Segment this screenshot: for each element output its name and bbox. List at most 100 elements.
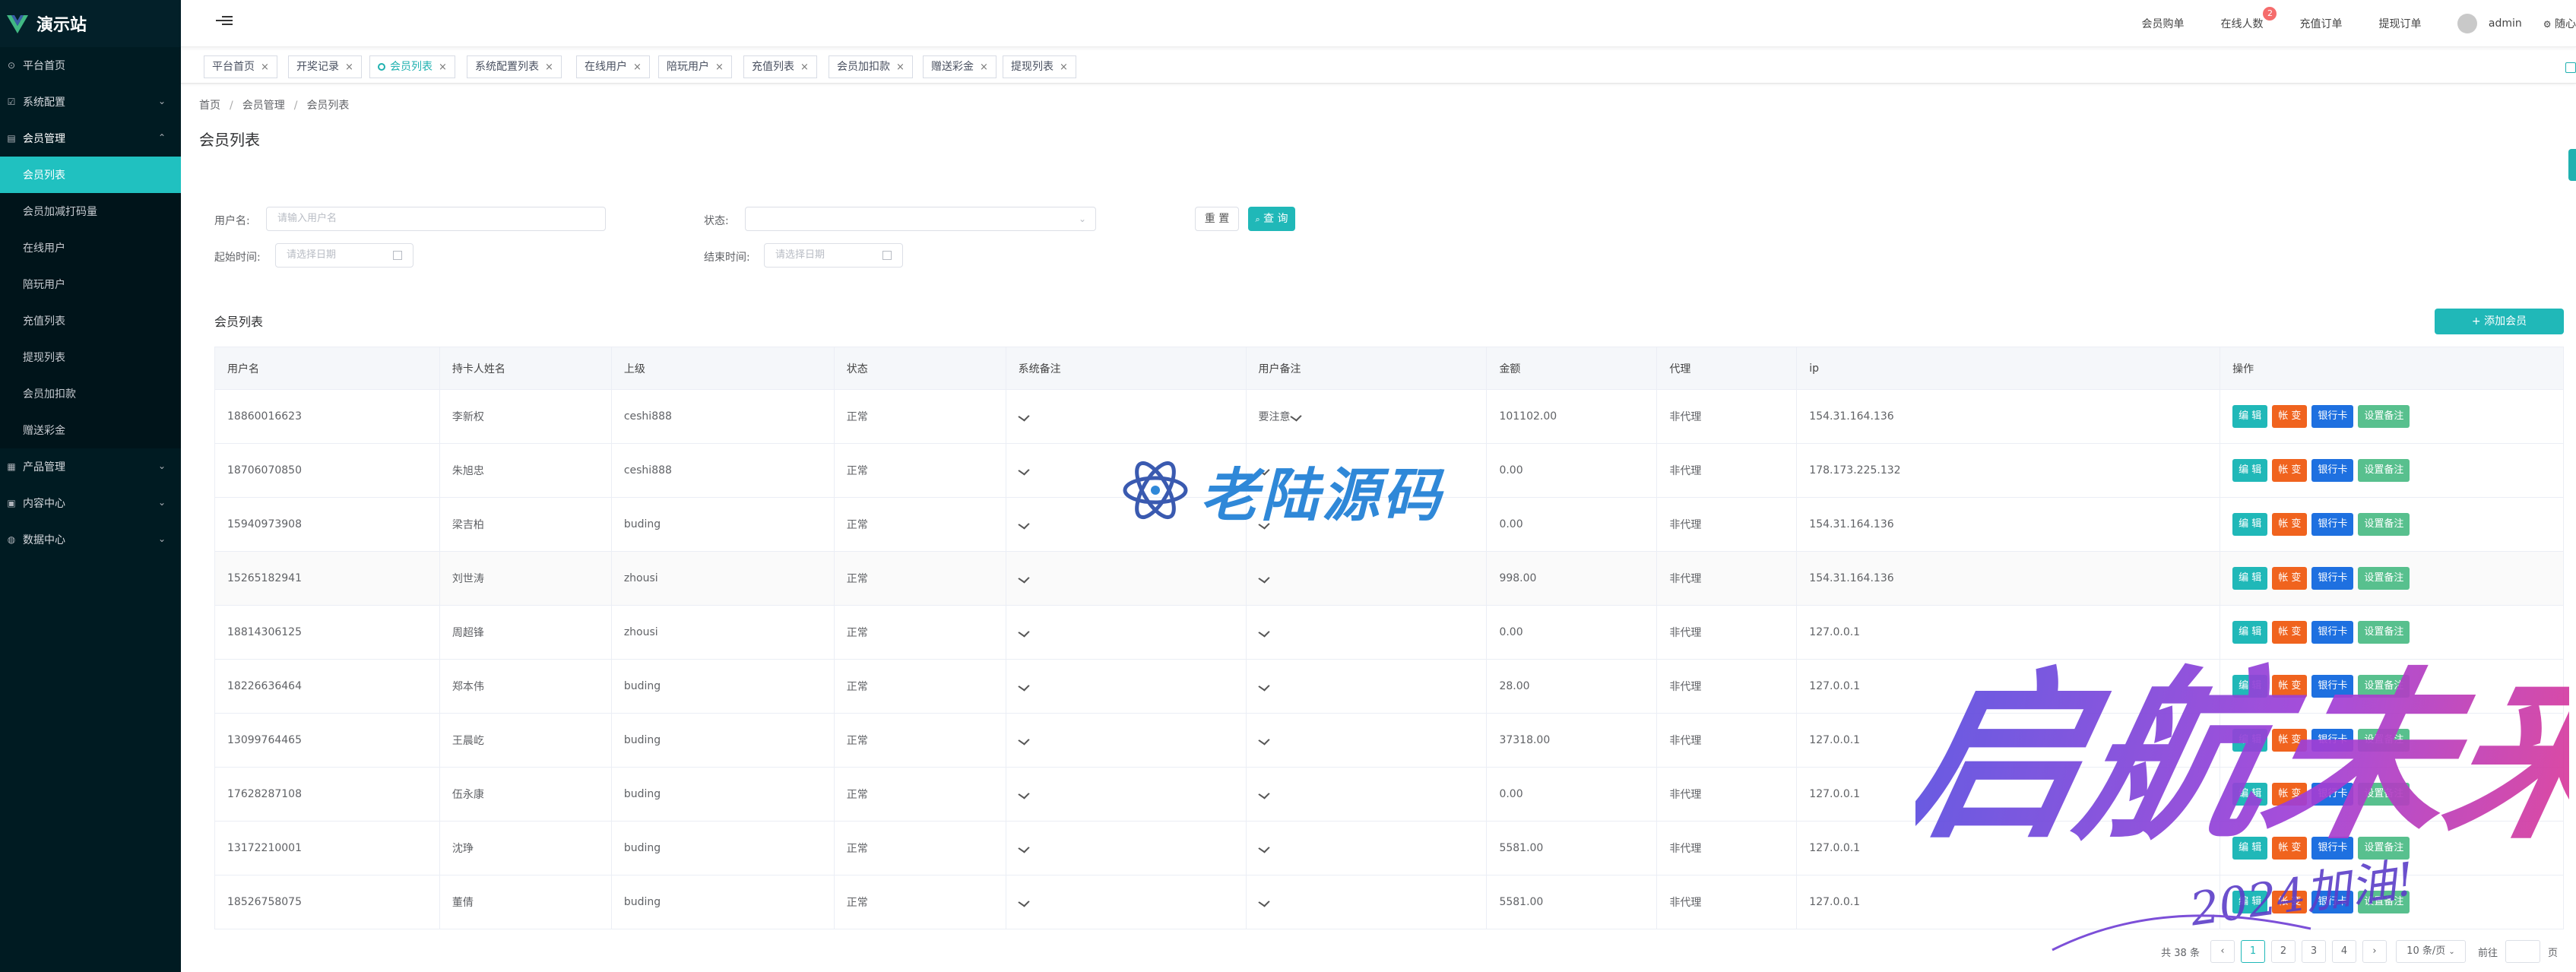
cell-agent: 非代理 (1657, 444, 1798, 497)
close-icon[interactable]: × (545, 62, 553, 73)
search-button[interactable]: ⌕ 查 询 (1248, 207, 1295, 231)
edit-pen-icon[interactable] (1257, 843, 1270, 853)
edit-pen-icon[interactable] (1289, 411, 1302, 422)
edit-pen-icon[interactable] (1257, 573, 1270, 584)
start-date-placeholder: 请选择日期 (287, 249, 337, 261)
tab-2[interactable]: 会员列表 × (369, 55, 455, 78)
set-note-button[interactable]: 设置备注 (2358, 405, 2410, 428)
column-header: 状态 (835, 347, 1006, 389)
close-icon[interactable]: × (715, 62, 724, 73)
bank-card-button[interactable]: 银行卡 (2311, 405, 2354, 428)
sidebar-subitem-0[interactable]: 会员列表 (0, 157, 181, 193)
username-input[interactable]: 请输入用户名 (266, 207, 606, 231)
user-menu[interactable]: admin (2457, 14, 2522, 33)
edit-pen-icon[interactable] (1017, 897, 1030, 907)
tab-3[interactable]: 系统配置列表 × (467, 55, 562, 78)
close-icon[interactable]: × (439, 62, 447, 73)
breadcrumb-member[interactable]: 会员管理 (242, 100, 285, 112)
edit-pen-icon[interactable] (1257, 627, 1270, 638)
bank-card-button[interactable]: 银行卡 (2311, 459, 2354, 482)
edit-pen-icon[interactable] (1017, 789, 1030, 799)
close-icon[interactable]: × (261, 62, 269, 73)
close-icon[interactable]: × (980, 62, 988, 73)
edit-pen-icon[interactable] (1017, 735, 1030, 746)
tab-7[interactable]: 会员加扣款 × (829, 55, 913, 78)
sidebar-item-3[interactable]: ▦ 产品管理 ⌄ (0, 448, 181, 485)
online-count-badge: 2 (2263, 7, 2277, 21)
tab-0[interactable]: 平台首页 × (204, 55, 277, 78)
sidebar-subitem-6[interactable]: 会员加扣款 (0, 375, 181, 412)
bank-card-button[interactable]: 银行卡 (2311, 567, 2354, 590)
edit-pen-icon[interactable] (1257, 789, 1270, 799)
sidebar-subitem-1[interactable]: 会员加减打码量 (0, 193, 181, 230)
close-icon[interactable]: × (345, 62, 353, 73)
settings-drawer-handle[interactable] (2568, 149, 2576, 181)
table-row: 15265182941 刘世涛 zhousi 正常 998.00 非代理 154.31.16… (215, 552, 2564, 606)
edit-pen-icon[interactable] (1017, 411, 1030, 422)
edit-pen-icon[interactable] (1257, 897, 1270, 907)
sidebar-item-5[interactable]: ◍ 数据中心 ⌄ (0, 521, 181, 558)
sidebar-item-0[interactable]: ⊙ 平台首页 (0, 47, 181, 84)
set-note-button[interactable]: 设置备注 (2358, 513, 2410, 536)
edit-button[interactable]: 编 辑 (2232, 513, 2268, 536)
tab-9[interactable]: 提现列表 × (1003, 55, 1076, 78)
set-note-button[interactable]: 设置备注 (2358, 567, 2410, 590)
close-icon[interactable]: × (896, 62, 905, 73)
tab-label: 赠送彩金 (931, 61, 974, 73)
close-icon[interactable]: × (633, 62, 642, 73)
menu-toggle-icon[interactable] (216, 14, 233, 30)
header-link-member-orders[interactable]: 会员购单 (2141, 16, 2184, 31)
logo[interactable]: 演示站 (0, 0, 181, 47)
tab-4[interactable]: 在线用户 × (576, 55, 650, 78)
account-change-button[interactable]: 帐 变 (2272, 459, 2308, 482)
sidebar-subitem-5[interactable]: 提现列表 (0, 339, 181, 375)
edit-pen-icon[interactable] (1017, 465, 1030, 476)
calendar-icon (882, 251, 892, 260)
cell-system-note (1006, 822, 1247, 875)
header-link-online[interactable]: 在线人数 2 (2220, 7, 2277, 31)
header-link-recharge-orders[interactable]: 充值订单 (2299, 16, 2342, 31)
account-change-button[interactable]: 帐 变 (2272, 405, 2308, 428)
close-icon[interactable]: × (800, 62, 809, 73)
tab-8[interactable]: 赠送彩金 × (923, 55, 996, 78)
sidebar-item-4[interactable]: ▣ 内容中心 ⌄ (0, 485, 181, 521)
account-change-button[interactable]: 帐 变 (2272, 567, 2308, 590)
edit-pen-icon[interactable] (1017, 573, 1030, 584)
edit-pen-icon[interactable] (1017, 681, 1030, 692)
edit-button[interactable]: 编 辑 (2232, 459, 2268, 482)
start-date-picker[interactable]: 请选择日期 (275, 243, 413, 268)
tab-6[interactable]: 充值列表 × (743, 55, 817, 78)
sidebar-subitem-4[interactable]: 充值列表 (0, 302, 181, 339)
sidebar-item-1[interactable]: ☑ 系统配置 ⌄ (0, 84, 181, 120)
sidebar-item-2[interactable]: ▤ 会员管理 ⌃ (0, 120, 181, 157)
account-change-button[interactable]: 帐 变 (2272, 513, 2308, 536)
header-link-withdraw-orders[interactable]: 提现订单 (2378, 16, 2421, 31)
edit-pen-icon[interactable] (1257, 681, 1270, 692)
reset-button[interactable]: 重 置 (1195, 207, 1239, 231)
tab-1[interactable]: 开奖记录 × (288, 55, 362, 78)
tags-menu-icon[interactable] (2565, 62, 2576, 73)
edit-pen-icon[interactable] (1017, 843, 1030, 853)
breadcrumb-home[interactable]: 首页 (199, 100, 220, 112)
tags-view: 平台首页 × 开奖记录 × 会员列表 × 系统配置列表 × 在线用户 × 陪玩用户 × 充值列表 × 会员加… (181, 50, 2576, 84)
edit-button[interactable]: 编 辑 (2232, 405, 2268, 428)
tab-5[interactable]: 陪玩用户 × (658, 55, 732, 78)
cell-ip: 178.173.225.132 (1797, 444, 2221, 497)
cell-cardholder: 伍永康 (440, 768, 612, 821)
bank-card-button[interactable]: 银行卡 (2311, 513, 2354, 536)
edit-button[interactable]: 编 辑 (2232, 567, 2268, 590)
sidebar-subitem-7[interactable]: 赠送彩金 (0, 412, 181, 448)
sidebar-subitem-2[interactable]: 在线用户 (0, 230, 181, 266)
set-note-button[interactable]: 设置备注 (2358, 459, 2410, 482)
sidebar-subitem-3[interactable]: 陪玩用户 (0, 266, 181, 302)
add-member-button[interactable]: + 添加会员 (2435, 309, 2564, 334)
edit-pen-icon[interactable] (1017, 627, 1030, 638)
close-icon[interactable]: × (1060, 62, 1068, 73)
edit-pen-icon[interactable] (1017, 519, 1030, 530)
cell-parent: buding (612, 875, 835, 929)
cell-agent: 非代理 (1657, 498, 1798, 551)
status-select[interactable]: ⌄ (745, 207, 1096, 231)
header-extra[interactable]: ⚙ 随心 (2543, 16, 2576, 31)
end-date-picker[interactable]: 请选择日期 (764, 243, 903, 268)
edit-pen-icon[interactable] (1257, 735, 1270, 746)
